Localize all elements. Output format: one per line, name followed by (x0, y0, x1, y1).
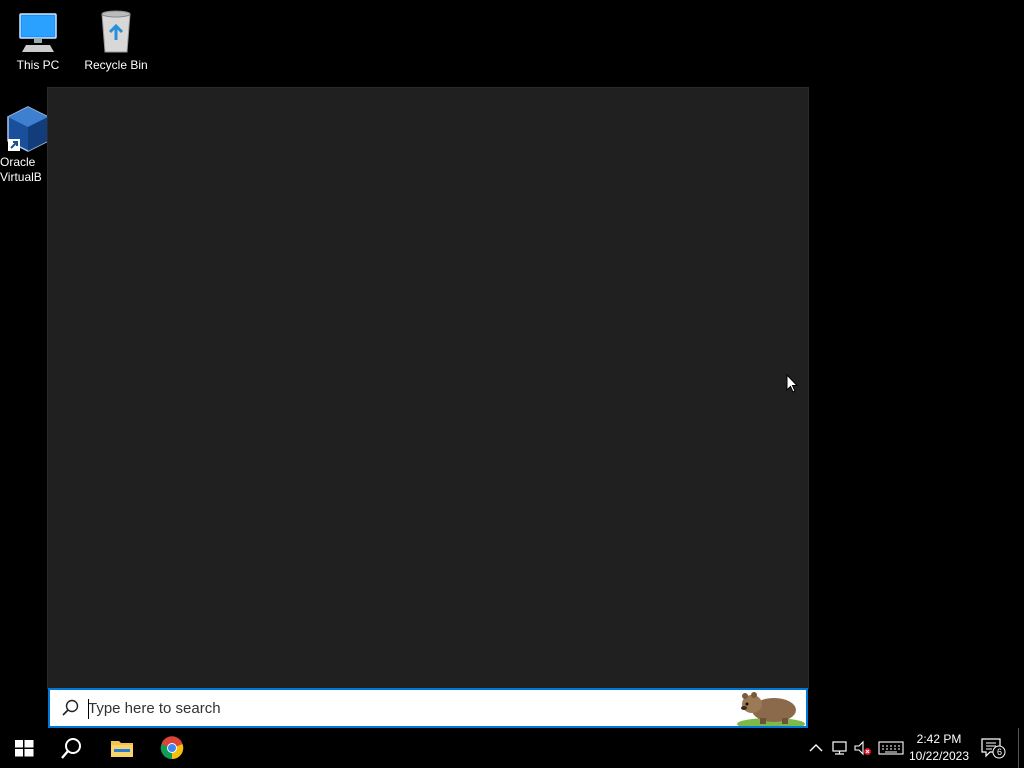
search-input[interactable] (88, 694, 728, 722)
desktop-icon-label: Recycle Bin (84, 58, 148, 72)
file-explorer-button[interactable] (98, 728, 146, 768)
action-center-button[interactable]: 6 (980, 736, 1006, 760)
taskbar: 2:42 PM 10/22/2023 6 (0, 728, 1024, 768)
clock-date: 10/22/2023 (908, 749, 970, 763)
folder-icon (111, 741, 133, 757)
chrome-button[interactable] (148, 728, 196, 768)
search-icon (61, 738, 81, 759)
taskbar-search-button[interactable] (48, 728, 96, 768)
desktop-icon-recycle-bin[interactable]: Recycle Bin (78, 8, 154, 73)
system-clock[interactable]: 2:42 PM 10/22/2023 (906, 731, 972, 765)
show-hidden-icons-chevron-up-icon[interactable] (806, 738, 826, 758)
virtualbox-icon (4, 105, 52, 153)
search-icon (60, 698, 80, 718)
search-box[interactable] (48, 688, 808, 730)
desktop-icon-label: This PC (16, 58, 60, 72)
desktop-icon-this-pc[interactable]: This PC (0, 8, 76, 73)
text-caret (88, 699, 89, 719)
mouse-pointer-icon (786, 374, 798, 393)
notification-count-badge: 6 (996, 747, 1002, 757)
clock-time: 2:42 PM (916, 732, 962, 746)
touch-keyboard-icon[interactable] (878, 738, 904, 758)
search-results-panel (48, 88, 808, 688)
volume-muted-icon[interactable] (853, 738, 873, 758)
start-button[interactable] (0, 728, 48, 768)
windows-logo-icon (15, 740, 34, 757)
this-pc-icon (14, 8, 62, 56)
wombat-illustration-icon (736, 688, 806, 730)
network-icon[interactable] (830, 738, 850, 758)
recycle-bin-icon (92, 8, 140, 56)
chrome-icon (160, 736, 184, 760)
show-desktop-button[interactable] (1018, 728, 1019, 768)
